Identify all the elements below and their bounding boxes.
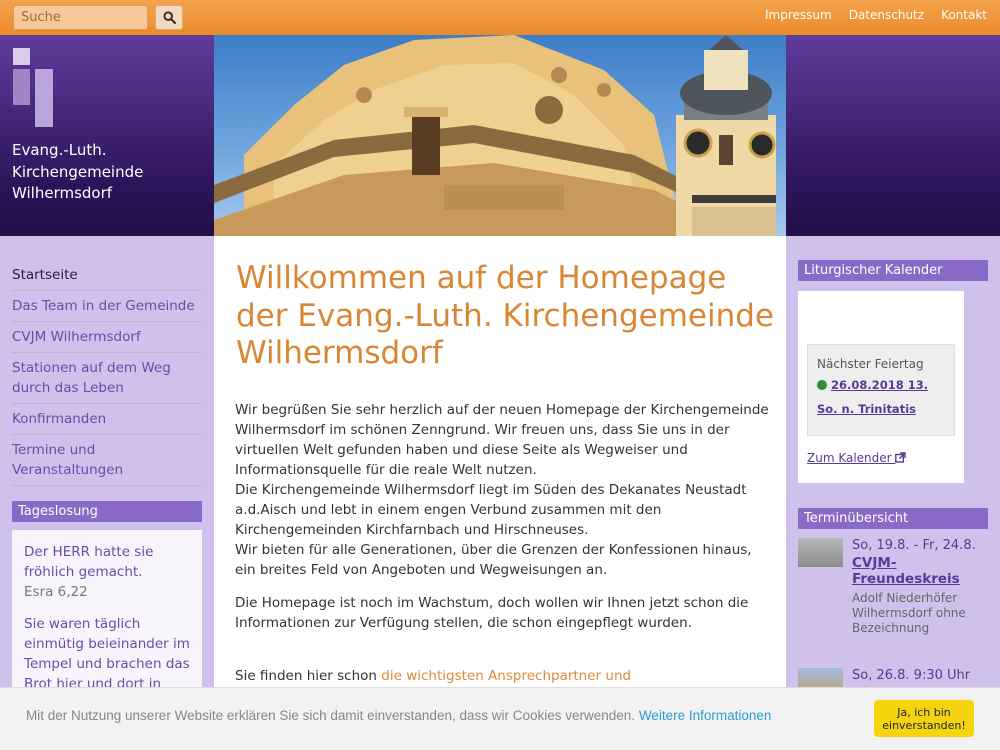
next-holiday-value[interactable]: 26.08.2018 13. So. n. Trinitatis [817,373,945,421]
site-name-line-2: Kirchengemeinde [12,162,144,181]
left-sidebar: Startseite Das Team in der Gemeinde CVJM… [0,236,214,750]
lehrtext-verse: Sie waren täglich einmütig beieinander i… [24,616,190,692]
contacts-paragraph: Sie finden hier schon die wichtigsten An… [235,666,775,686]
search-button[interactable] [155,5,183,30]
event-title[interactable]: CVJM-Freundeskreis [852,555,988,587]
losung-verse: Der HERR hatte sie fröhlich gemacht. [24,544,154,580]
impressum-link[interactable]: Impressum [765,8,832,22]
intro-paragraph: Wir begrüßen Sie sehr herzlich auf der n… [235,402,769,478]
main-content: Willkommen auf der Homepage der Evang.-L… [214,236,786,750]
nav-item-termine[interactable]: Termine und Veranstaltungen [12,435,202,486]
cookie-accept-line-2: einverstanden! [882,719,966,732]
right-sidebar: Liturgischer Kalender Nächster Feiertag … [786,236,1000,750]
main-nav: Startseite Das Team in der Gemeinde CVJM… [12,260,202,486]
event-date: So, 19.8. - Fr, 24.8. [852,538,976,553]
header-right-panel [786,35,1000,236]
kalender-link-label: Zum Kalender [807,451,892,465]
event-item[interactable]: So, 19.8. - Fr, 24.8. CVJM-Freundeskreis… [798,538,988,638]
nav-item-cvjm[interactable]: CVJM Wilhermsdorf [12,322,202,353]
site-name-line-3: Wilhermsdorf [12,184,113,202]
event-date: So, 26.8. 9:30 Uhr [852,668,971,683]
datenschutz-link[interactable]: Datenschutz [849,8,924,22]
search-input[interactable]: Suche [13,5,148,30]
event-description: Adolf Niederhöfer Wilhermsdorf ohne Beze… [852,591,966,635]
growth-paragraph: Die Homepage ist noch im Wachstum, doch … [235,595,749,631]
external-link-icon [895,452,907,463]
kontakt-link[interactable]: Kontakt [941,8,987,22]
next-holiday-text: 26.08.2018 13. So. n. Trinitatis [817,378,929,416]
site-name-line-1: Evang.-Luth. [12,141,107,159]
next-holiday-label: Nächster Feiertag [817,357,924,371]
page-title: Willkommen auf der Homepage der Evang.-L… [236,260,774,371]
logo-mark-bar-left [13,69,30,105]
cookie-notice-text: Mit der Nutzung unserer Website erklären… [26,708,636,723]
event-thumbnail [798,538,843,567]
offer-paragraph: Wir bieten für alle Generationen, über d… [235,542,752,578]
tageslosung-title: Tageslosung [12,501,202,522]
top-bar: Suche Impressum Datenschutz Kontakt [0,0,1000,35]
nav-item-konfirmanden[interactable]: Konfirmanden [12,404,202,435]
kalender-link[interactable]: Zum Kalender [807,451,907,465]
logo-mark-dot [13,48,30,65]
hero-church-image [214,35,786,236]
termine-title: Terminübersicht [798,508,988,529]
kalender-box: Nächster Feiertag 26.08.2018 13. So. n. … [798,291,964,483]
location-paragraph: Die Kirchengemeinde Wilhermsdorf liegt i… [235,482,747,538]
site-name: Evang.-Luth. Kirchengemeinde Wilhermsdor… [12,140,207,205]
logo-mark-bar-right [35,69,53,127]
cookie-banner: Mit der Nutzung unserer Website erklären… [0,687,1000,750]
status-dot-icon [817,380,827,390]
nav-item-startseite[interactable]: Startseite [12,260,202,291]
nav-item-team[interactable]: Das Team in der Gemeinde [12,291,202,322]
cookie-accept-button[interactable]: Ja, ich bin einverstanden! [874,700,974,737]
church-illustration [214,35,776,236]
contacts-text: Sie finden hier schon [235,668,382,684]
kalender-title: Liturgischer Kalender [798,260,988,281]
cookie-notice: Mit der Nutzung unserer Website erklären… [26,708,771,723]
nav-item-stationen[interactable]: Stationen auf dem Weg durch das Leben [12,353,202,404]
losung-reference: Esra 6,22 [24,584,88,600]
top-links: Impressum Datenschutz Kontakt [765,0,987,30]
brand-header[interactable]: Evang.-Luth. Kirchengemeinde Wilhermsdor… [0,35,214,236]
contacts-link[interactable]: die wichtigsten Ansprechpartner und [381,668,631,684]
next-holiday-box: Nächster Feiertag 26.08.2018 13. So. n. … [807,344,955,436]
cookie-more-info-link[interactable]: Weitere Informationen [639,708,772,723]
cookie-accept-line-1: Ja, ich bin [897,706,951,719]
search-icon [163,11,176,24]
